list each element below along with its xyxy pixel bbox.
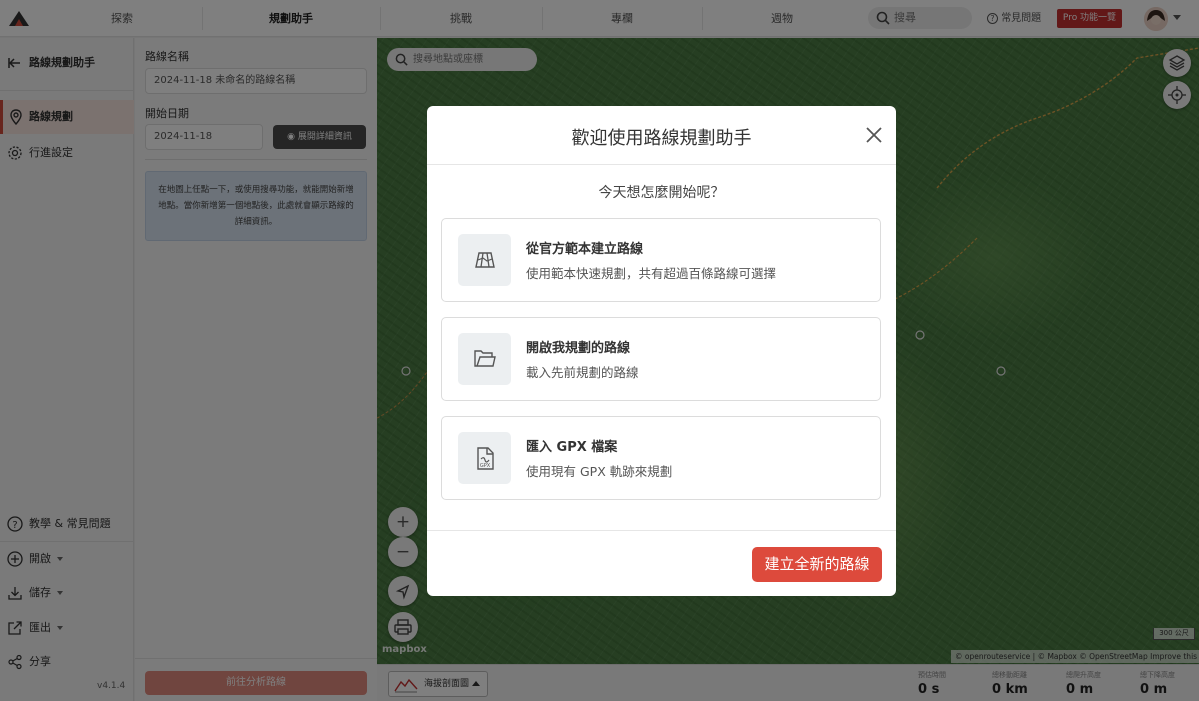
option-description: 載入先前規劃的路線 <box>526 365 639 380</box>
gpx-file-icon: GPX <box>477 447 494 470</box>
modal-title: 歡迎使用路線規劃助手 <box>571 128 752 149</box>
welcome-modal: 歡迎使用路線規劃助手 今天想怎麼開始呢？ 從官方範本建立路線 使用範本快速規劃，… <box>427 106 896 596</box>
create-new-route-button[interactable]: 建立全新的路線 <box>752 547 882 582</box>
option-title: 從官方範本建立路線 <box>526 242 644 257</box>
option-icon-box <box>458 234 511 286</box>
close-icon[interactable] <box>864 125 884 145</box>
modal-header: 歡迎使用路線規劃助手 <box>427 106 896 165</box>
option-import-gpx[interactable]: GPX 匯入 GPX 檔案 使用現有 GPX 軌跡來規劃 <box>441 416 881 500</box>
option-icon-box: GPX <box>458 432 511 484</box>
option-open-my-route[interactable]: 開啟我規劃的路線 載入先前規劃的路線 <box>441 317 881 401</box>
option-official-template[interactable]: 從官方範本建立路線 使用範本快速規劃，共有超過百條路線可選擇 <box>441 218 881 302</box>
option-title: 匯入 GPX 檔案 <box>526 440 618 455</box>
svg-text:GPX: GPX <box>480 463 491 469</box>
option-description: 使用範本快速規劃，共有超過百條路線可選擇 <box>526 266 777 281</box>
option-title: 開啟我規劃的路線 <box>526 341 631 356</box>
folder-icon <box>474 350 496 367</box>
option-description: 使用現有 GPX 軌跡來規劃 <box>526 464 673 479</box>
modal-subtitle: 今天想怎麼開始呢？ <box>598 185 725 201</box>
option-icon-box <box>458 333 511 385</box>
map-template-icon <box>475 252 495 268</box>
modal-footer: 建立全新的路線 <box>427 530 896 596</box>
